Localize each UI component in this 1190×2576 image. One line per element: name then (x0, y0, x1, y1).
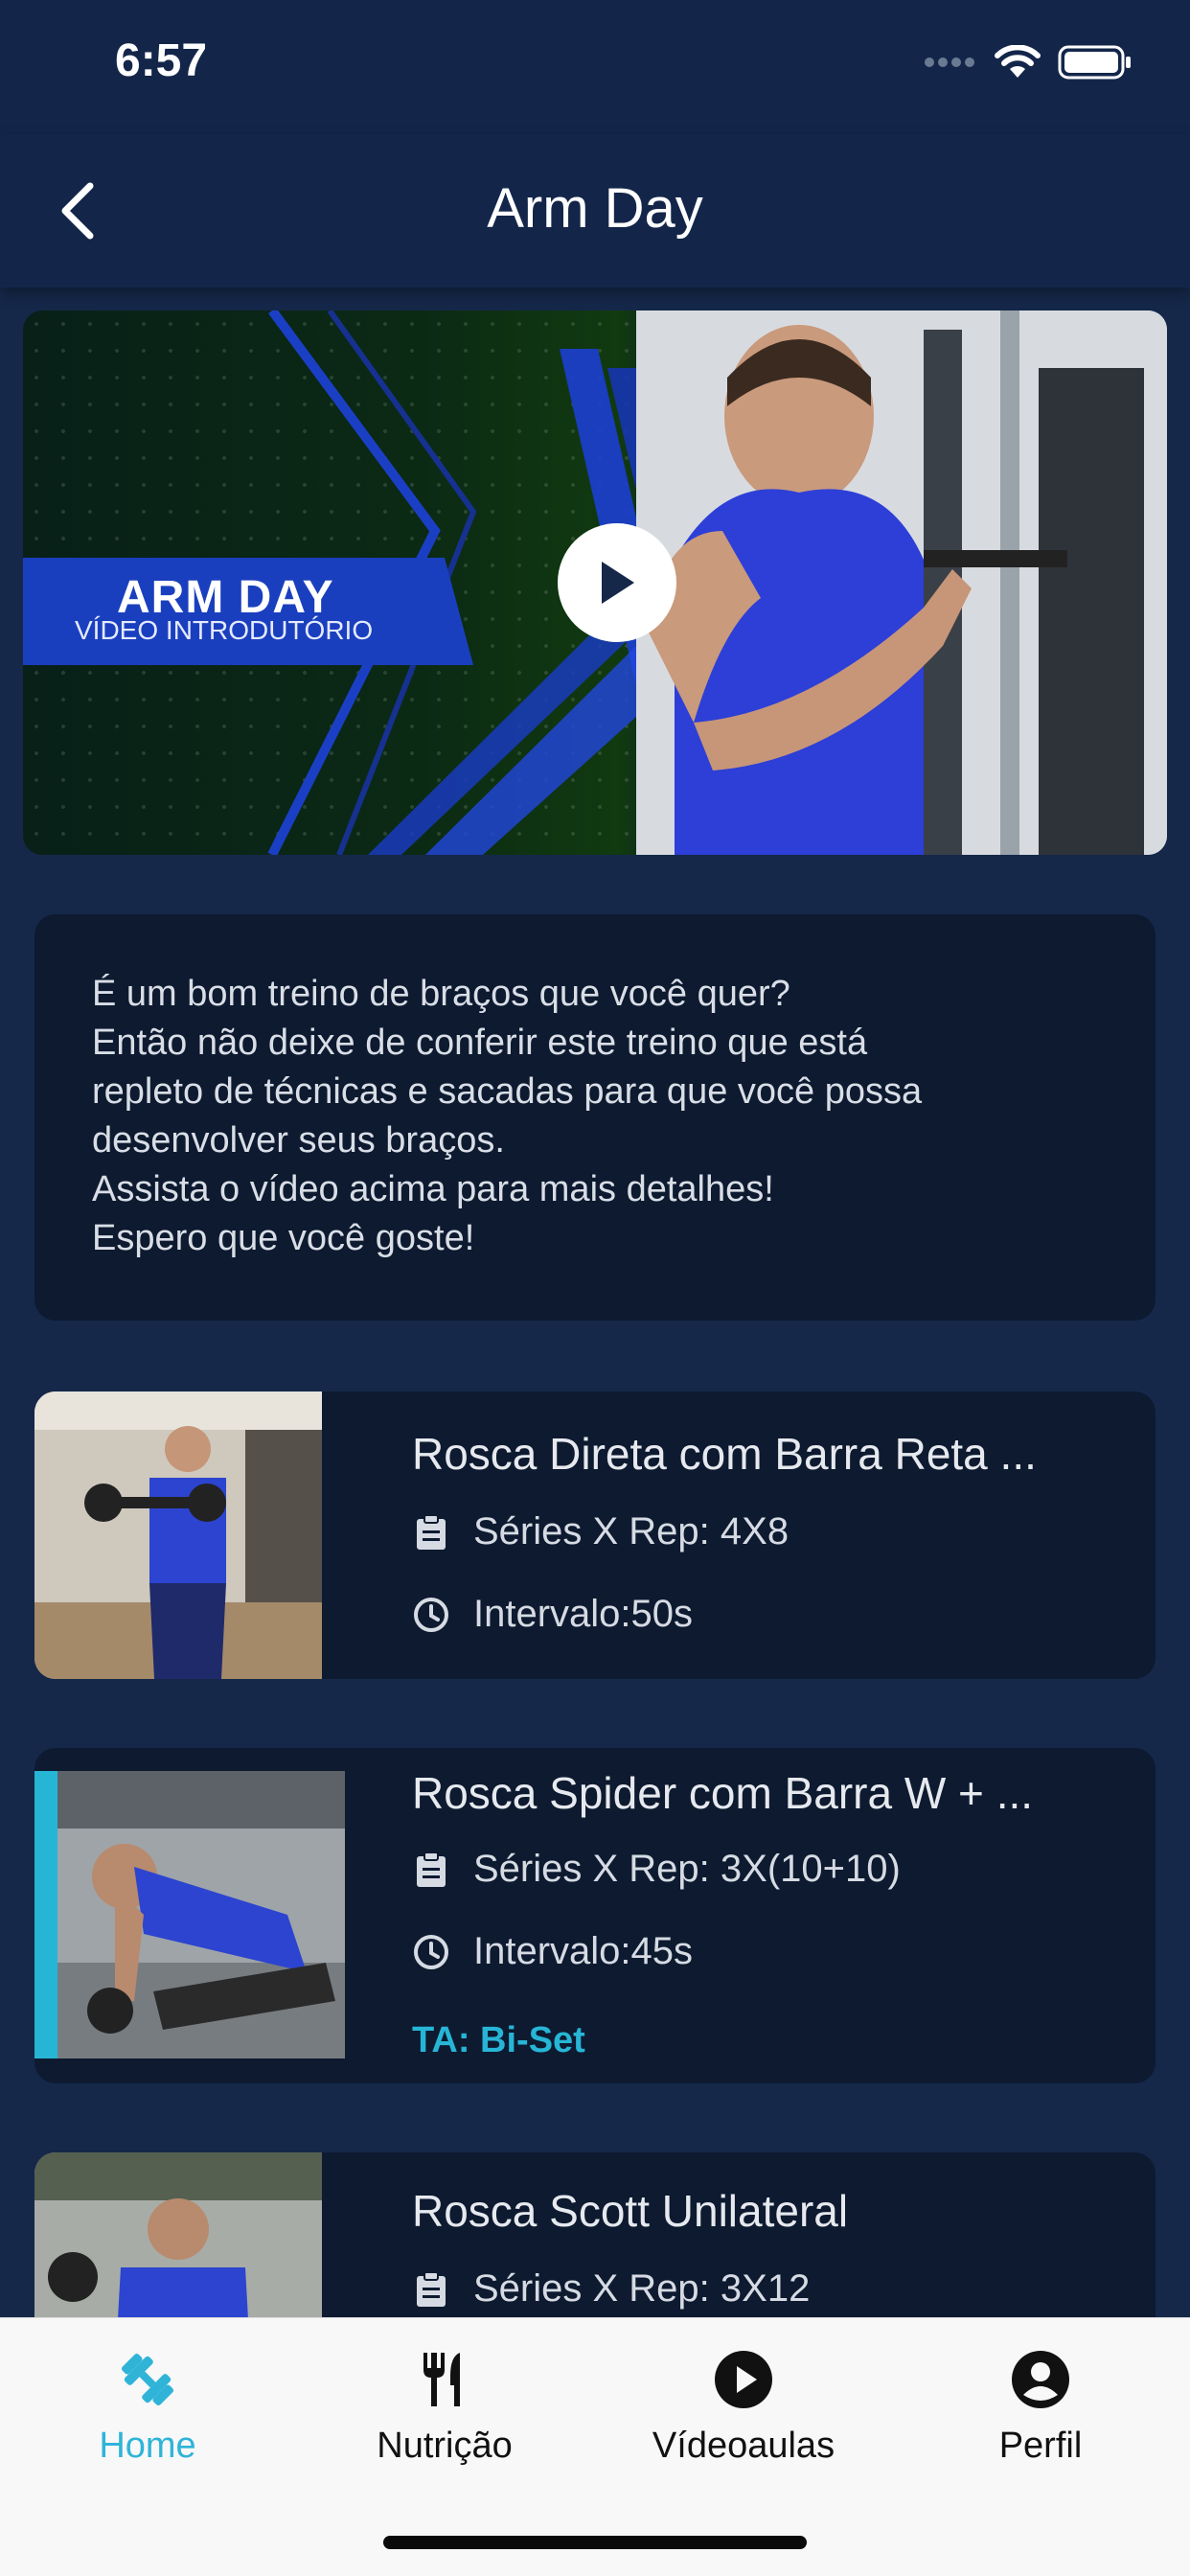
status-time: 6:57 (115, 35, 208, 86)
description-line: Espero que você goste! (92, 1218, 475, 1258)
exercise-card[interactable]: Rosca Direta com Barra Reta ... Séries X… (34, 1392, 1156, 1679)
clipboard-icon (412, 2270, 450, 2309)
video-banner-subtitle: VÍDEO INTRODUTÓRIO (75, 615, 374, 645)
wifi-icon (995, 44, 1041, 84)
clock-icon (412, 1933, 450, 1971)
nav-nutricao-label: Nutrição (377, 2426, 513, 2466)
nav-home[interactable]: Home (33, 2341, 263, 2467)
signal-icon (924, 55, 977, 75)
nav-nutricao[interactable]: Nutrição (330, 2341, 560, 2467)
play-circle-icon (629, 2341, 858, 2418)
exercise-title: Rosca Scott Unilateral (412, 2186, 849, 2236)
exercise-sets-text: Séries X Rep: 3X(10+10) (473, 1848, 901, 1890)
exercise-interval-text: Intervalo:50s (473, 1593, 694, 1635)
battery-icon (1058, 44, 1133, 85)
play-icon (602, 562, 634, 604)
nav-videoaulas-label: Vídeoaulas (652, 2426, 835, 2466)
exercise-sets: Séries X Rep: 3X12 (412, 2267, 810, 2311)
exercise-thumbnail (57, 1771, 345, 2058)
home-indicator (383, 2536, 807, 2549)
workout-description: É um bom treino de braços que você quer?… (34, 914, 1156, 1321)
nav-perfil[interactable]: Perfil (926, 2341, 1156, 2467)
exercise-accent-bar (34, 1771, 57, 2058)
exercise-card[interactable]: Rosca Spider com Barra W + ... Séries X … (34, 1748, 1156, 2083)
exercise-thumbnail (34, 1392, 322, 1679)
clipboard-icon (412, 1513, 450, 1552)
status-icons (924, 44, 1133, 85)
exercise-interval: Intervalo:50s (412, 1593, 693, 1636)
exercise-interval: Intervalo:45s (412, 1930, 693, 1973)
clipboard-icon (412, 1851, 450, 1889)
dumbbell-icon (33, 2341, 263, 2418)
description-line: Então não deixe de conferir este treino … (92, 1023, 868, 1063)
nav-videoaulas[interactable]: Vídeoaulas (629, 2341, 858, 2467)
athlete-image (636, 310, 1167, 855)
exercise-title: Rosca Spider com Barra W + ... (412, 1768, 1034, 1818)
person-circle-icon (926, 2341, 1156, 2418)
exercise-technique-badge: TA: Bi-Set (412, 2020, 585, 2060)
exercise-sets-text: Séries X Rep: 4X8 (473, 1510, 790, 1552)
nav-home-label: Home (99, 2426, 196, 2466)
description-line: repleto de técnicas e sacadas para que v… (92, 1071, 923, 1112)
intro-video[interactable]: ARM DAY VÍDEO INTRODUTÓRIO (23, 310, 1167, 855)
status-bar: 6:57 (0, 0, 1190, 134)
exercise-interval-text: Intervalo:45s (473, 1930, 694, 1972)
fork-knife-icon (330, 2341, 560, 2418)
exercise-title: Rosca Direta com Barra Reta ... (412, 1429, 1037, 1479)
play-button[interactable] (558, 523, 676, 642)
description-line: desenvolver seus braços. (92, 1120, 505, 1161)
exercise-sets: Séries X Rep: 4X8 (412, 1510, 789, 1553)
page-title: Arm Day (487, 177, 703, 240)
clock-icon (412, 1596, 450, 1634)
exercise-sets-text: Séries X Rep: 3X12 (473, 2267, 811, 2310)
nav-perfil-label: Perfil (998, 2426, 1083, 2466)
exercise-sets: Séries X Rep: 3X(10+10) (412, 1848, 901, 1891)
nav-header: Arm Day (0, 134, 1190, 288)
description-line: É um bom treino de braços que você quer? (92, 974, 790, 1014)
description-line: Assista o vídeo acima para mais detalhes… (92, 1169, 774, 1209)
